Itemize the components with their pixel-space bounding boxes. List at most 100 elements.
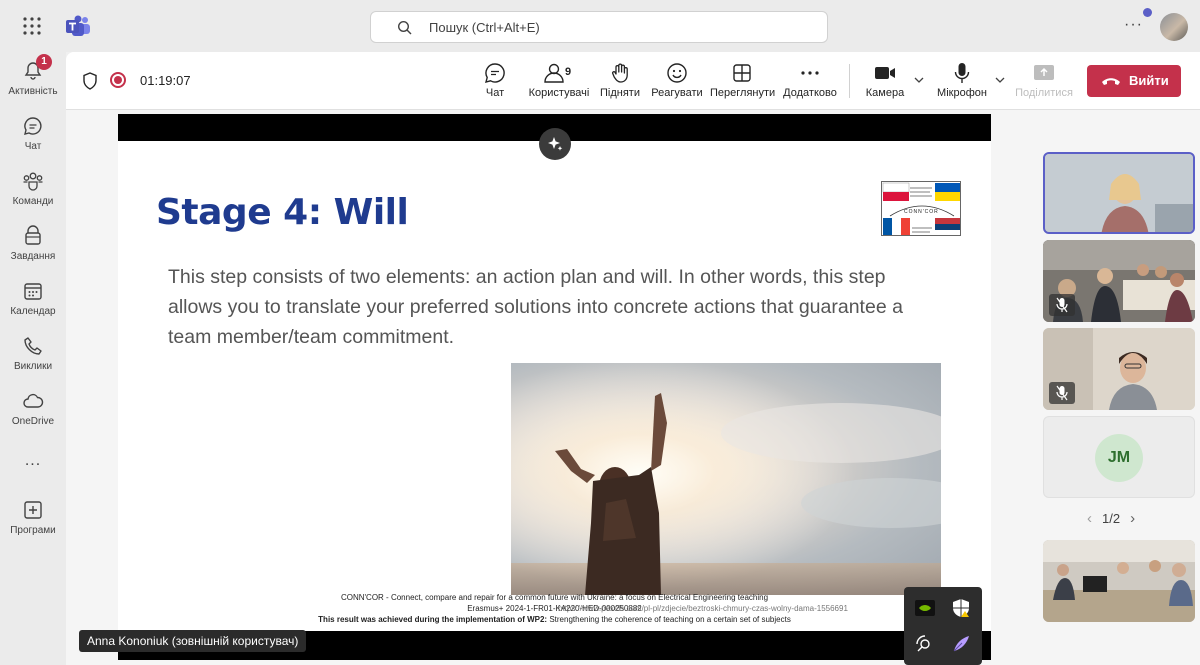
muted-indicator (1049, 382, 1075, 404)
rail-item-teams[interactable]: Команди (0, 170, 66, 207)
slide-title: Stage 4: Will (156, 192, 409, 233)
view-button[interactable]: Переглянути (710, 62, 775, 99)
slide-body: This step consists of two elements: an a… (168, 266, 903, 348)
search-placeholder: Пошук (Ctrl+Alt+E) (429, 20, 540, 35)
camera-options-chevron-icon[interactable] (913, 74, 925, 86)
people-icon (544, 63, 564, 83)
security-shield-icon[interactable] (950, 597, 972, 619)
rail-item-activity[interactable]: 1 Активність (0, 54, 66, 97)
participant-tile-1[interactable] (1043, 152, 1195, 234)
layout-grid-icon (733, 64, 751, 82)
rail-item-calls[interactable]: Виклики (0, 335, 66, 372)
leave-label: Вийти (1129, 73, 1169, 88)
raise-hand-button[interactable]: Підняти (599, 62, 641, 99)
camera-icon (875, 67, 895, 79)
leave-button[interactable]: Вийти (1087, 65, 1181, 97)
copilot-button[interactable] (539, 128, 571, 160)
chat-label: Чат (485, 87, 505, 99)
share-label: Поділитися (1015, 87, 1073, 99)
hang-up-icon (1102, 78, 1120, 85)
hand-icon (612, 63, 628, 83)
activity-badge: 1 (36, 54, 52, 70)
nvidia-icon[interactable] (914, 597, 936, 619)
user-avatar[interactable] (1160, 13, 1188, 41)
app-rail: 1 Активність Чат Команди Завдання Календ… (0, 52, 66, 665)
muted-indicator (1049, 294, 1075, 316)
more-button[interactable]: Додатково (782, 62, 838, 99)
rail-item-more[interactable]: ... (0, 452, 66, 470)
rail-label: Програми (10, 525, 56, 536)
rail-item-calendar[interactable]: Календар (0, 280, 66, 317)
tile-pager: ‹ 1/2 › (1087, 510, 1135, 527)
logo-text: CONN'COR (904, 209, 939, 215)
satellite-icon[interactable] (914, 633, 936, 655)
mic-label: Мікрофон (937, 87, 987, 99)
slide-footer-line2: Erasmus+ 2024-1-FR01-KA220-HED-000250882 (467, 604, 642, 613)
chat-icon (485, 63, 505, 83)
smile-icon (667, 63, 687, 83)
teams-logo-icon (66, 15, 90, 36)
participant-tile-5[interactable] (1043, 540, 1195, 622)
participant-tile-2[interactable] (1043, 240, 1195, 322)
mic-off-icon (1056, 385, 1068, 401)
recording-icon (110, 72, 126, 88)
rail-label: Команди (12, 196, 54, 207)
react-label: Реагувати (651, 87, 703, 99)
rail-item-chat[interactable]: Чат (0, 115, 66, 152)
rail-label: OneDrive (11, 416, 55, 427)
title-bar: Пошук (Ctrl+Alt+E) ··· (0, 0, 1200, 52)
cloud-icon (23, 393, 44, 408)
share-button[interactable]: Поділитися (1012, 62, 1076, 99)
chat-icon (24, 117, 42, 135)
react-button[interactable]: Реагувати (650, 62, 704, 99)
mic-off-icon (1056, 297, 1068, 313)
teams-icon (23, 172, 43, 191)
rail-item-tasks[interactable]: Завдання (0, 225, 66, 262)
mic-button[interactable]: Мікрофон (934, 62, 990, 99)
participant-tile-4[interactable]: JM (1043, 416, 1195, 498)
people-label: Користувачі (528, 87, 590, 99)
slide-footer-line1: CONN'COR - Connect, compare and repair f… (340, 593, 769, 602)
footer-bold: This result was achieved during the impl… (318, 615, 548, 624)
phone-icon (24, 337, 42, 355)
participant-tile-3[interactable] (1043, 328, 1195, 410)
search-icon (397, 20, 412, 35)
chat-button[interactable]: Чат (480, 62, 510, 99)
feather-pen-icon[interactable] (950, 633, 972, 655)
people-count: 9 (565, 66, 572, 78)
meeting-window: 01:19:07 Чат 9 Користувачі Підняти Реагу… (66, 52, 1200, 665)
calendar-icon (24, 283, 42, 300)
rail-label: Виклики (13, 361, 53, 372)
more-options-icon[interactable]: ··· (1124, 16, 1143, 34)
raise-label: Підняти (600, 87, 640, 99)
participant-video-1 (1045, 154, 1193, 232)
people-button[interactable]: 9 Користувачі (526, 62, 592, 99)
photo-credit-url: https://www.pexels.com/pl-pl/zdjecie/bez… (558, 604, 848, 613)
slide-footer-line3: This result was achieved during the impl… (118, 615, 991, 624)
apps-icon (24, 501, 42, 519)
more-horizontal-icon (801, 71, 819, 75)
rail-label: Чат (24, 141, 42, 152)
toolbar-divider (849, 64, 850, 98)
search-input[interactable]: Пошук (Ctrl+Alt+E) (370, 11, 828, 43)
camera-button[interactable]: Камера (865, 62, 905, 99)
meeting-toolbar: 01:19:07 Чат 9 Користувачі Підняти Реагу… (66, 52, 1200, 110)
participant-initials-avatar: JM (1095, 434, 1143, 482)
page-indicator: 1/2 (1102, 511, 1121, 526)
rail-label: Завдання (10, 251, 56, 262)
rail-item-onedrive[interactable]: OneDrive (0, 390, 66, 427)
participant-video-5 (1043, 540, 1195, 622)
mic-options-chevron-icon[interactable] (994, 74, 1006, 86)
conncor-logo: CONN'COR (881, 181, 961, 236)
previous-page-icon[interactable]: ‹ (1087, 510, 1092, 527)
tasks-icon (25, 225, 41, 245)
next-page-icon[interactable]: › (1130, 510, 1135, 527)
notification-dot (1143, 8, 1152, 17)
more-icon: ... (24, 452, 42, 469)
shield-icon[interactable] (82, 72, 98, 90)
camera-label: Камера (865, 87, 905, 99)
overlay-tray (904, 587, 982, 665)
meeting-timer: 01:19:07 (140, 73, 191, 88)
app-launcher-icon[interactable] (22, 16, 42, 36)
rail-item-apps[interactable]: Програми (0, 499, 66, 536)
